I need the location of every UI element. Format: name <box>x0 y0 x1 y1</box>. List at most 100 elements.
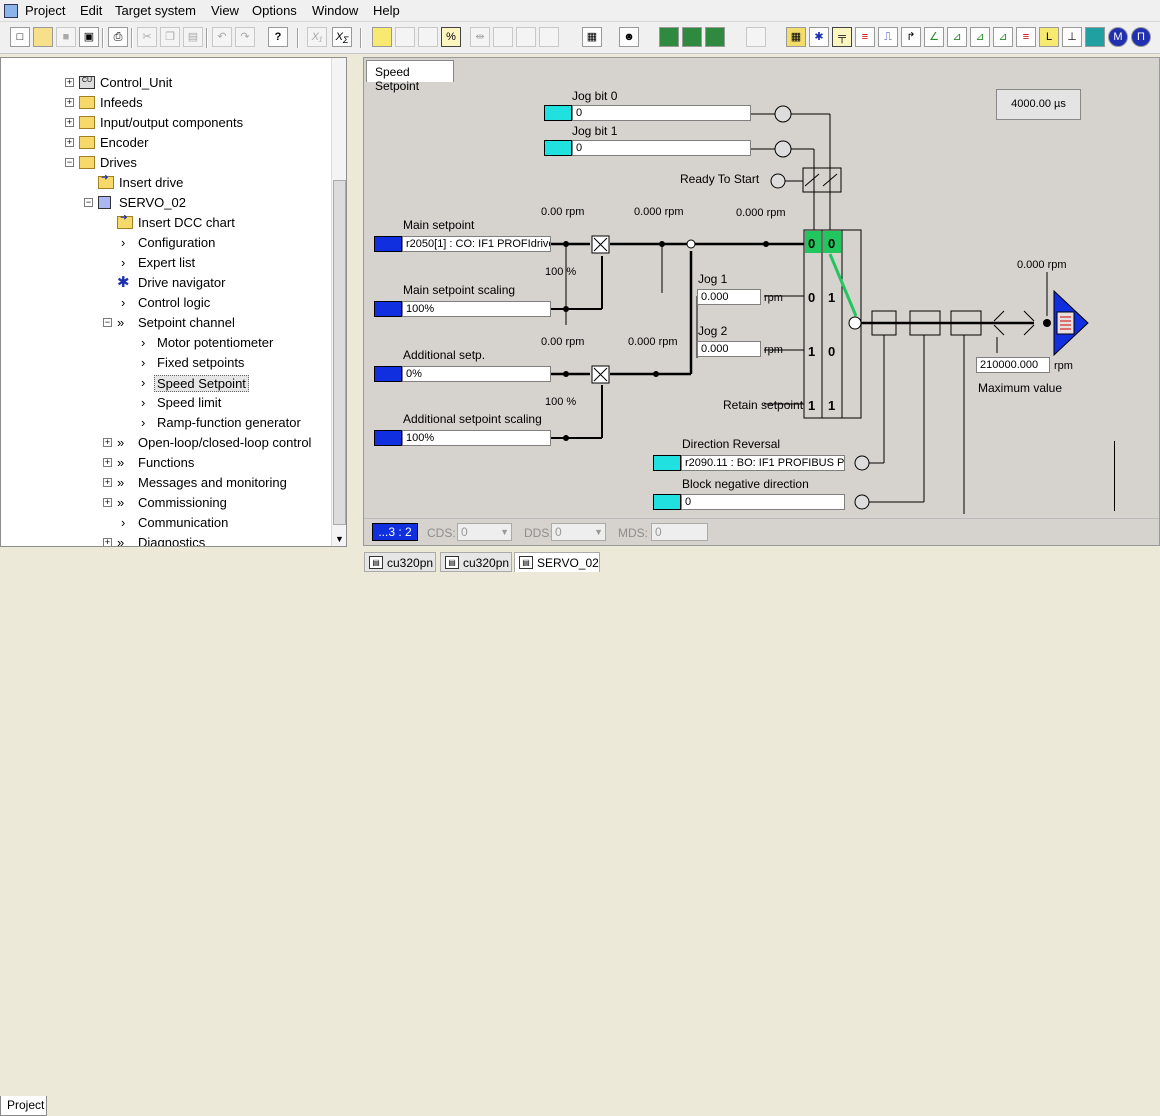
tree-item-encoder[interactable]: + Encoder <box>1 134 331 152</box>
jog1-field[interactable]: 0.000 <box>697 289 761 305</box>
curve-icon[interactable]: ∠ <box>924 27 944 47</box>
additional-scaling-field[interactable]: 100% <box>402 430 551 446</box>
step-icon[interactable]: ↱ <box>901 27 921 47</box>
filter-icon[interactable]: ≡ <box>855 27 875 47</box>
ramp-icon[interactable]: ⎍ <box>878 27 898 47</box>
jog-bit0-field[interactable]: 0 <box>572 105 751 121</box>
expand-icon[interactable]: + <box>103 458 112 467</box>
save-icon[interactable]: ■ <box>56 27 76 47</box>
lin-icon[interactable]: L <box>1039 27 1059 47</box>
expand-icon[interactable]: + <box>65 98 74 107</box>
tree-item-configuration[interactable]: › Configuration <box>1 234 331 252</box>
tab-project[interactable]: Project <box>0 1096 47 1116</box>
control-icon[interactable]: ╤ <box>832 27 852 47</box>
formula-sum-icon[interactable]: XΣ <box>332 27 352 47</box>
tree-item-commissioning[interactable]: + » Commissioning <box>1 494 331 512</box>
tab-servo-02[interactable]: ▤ SERVO_02 <box>514 552 600 572</box>
menu-view[interactable]: View <box>211 3 239 18</box>
additional-setp-field[interactable]: 0% <box>402 366 551 382</box>
percent-icon[interactable]: % <box>441 27 461 47</box>
calculator-icon[interactable]: ▦ <box>786 27 806 47</box>
help-pointer-icon[interactable]: ? <box>268 27 288 47</box>
compare-icon[interactable] <box>746 27 766 47</box>
connect-icon[interactable] <box>372 27 392 47</box>
cut-icon[interactable]: ✂ <box>137 27 157 47</box>
menu-help[interactable]: Help <box>373 3 400 18</box>
motor-icon[interactable]: M <box>1108 27 1128 47</box>
cds-select[interactable]: 0 ▼ <box>457 523 512 541</box>
tree-item-messages-monitoring[interactable]: + » Messages and monitoring <box>1 474 331 492</box>
tree-item-setpoint-channel[interactable]: − » Setpoint channel <box>1 314 331 332</box>
paste-icon[interactable]: ▤ <box>183 27 203 47</box>
scroll-down-icon[interactable]: ▼ <box>335 534 344 544</box>
jog-bit1-field[interactable]: 0 <box>572 140 751 156</box>
tab-speed-setpoint[interactable]: Speed Setpoint <box>366 60 454 93</box>
save-compile-icon[interactable]: ▣ <box>79 27 99 47</box>
new-icon[interactable]: □ <box>10 27 30 47</box>
max-value-field[interactable]: 210000.000 <box>976 357 1050 373</box>
tree-item-control-unit[interactable]: + CU Control_Unit <box>1 74 331 92</box>
additional-setp-connect-button[interactable] <box>374 366 402 382</box>
main-setpoint-connect-button[interactable] <box>374 236 402 252</box>
tree-scrollbar[interactable]: ▼ <box>331 58 346 546</box>
tree-item-servo-02[interactable]: − SERVO_02 <box>1 194 331 212</box>
expand-icon[interactable]: + <box>65 138 74 147</box>
tree-item-functions[interactable]: + » Functions <box>1 454 331 472</box>
curve2-icon[interactable]: ⊿ <box>947 27 967 47</box>
menu-project[interactable]: Project <box>25 3 65 18</box>
tree-item-control-logic[interactable]: › Control logic <box>1 294 331 312</box>
collapse-icon[interactable]: − <box>84 198 93 207</box>
collapse-icon[interactable]: − <box>65 158 74 167</box>
tab-cu320pn-2[interactable]: ▤ cu320pn <box>440 552 512 572</box>
copy-icon[interactable]: ❐ <box>160 27 180 47</box>
expand-icon[interactable]: + <box>103 438 112 447</box>
chart-icon[interactable]: ⊥ <box>1062 27 1082 47</box>
collapse-icon[interactable]: − <box>103 318 112 327</box>
print-icon[interactable]: ⎙ <box>108 27 128 47</box>
dds-select[interactable]: 0 ▼ <box>551 523 606 541</box>
tree-item-speed-limit[interactable]: › Speed limit <box>1 394 331 412</box>
upload-icon[interactable] <box>418 27 438 47</box>
expand-icon[interactable]: + <box>65 118 74 127</box>
scrollbar-thumb[interactable] <box>333 180 346 525</box>
direction-reversal-connect-button[interactable] <box>653 455 681 471</box>
trace2-icon[interactable] <box>682 27 702 47</box>
block-negative-connect-button[interactable] <box>653 494 681 510</box>
trace3-icon[interactable] <box>705 27 725 47</box>
tree-item-insert-dcc-chart[interactable]: ➜ Insert DCC chart <box>1 212 331 232</box>
jog-bit0-connect-button[interactable] <box>544 105 572 121</box>
tab-cu320pn-1[interactable]: ▤ cu320pn <box>364 552 436 572</box>
jog-bit1-connect-button[interactable] <box>544 140 572 156</box>
tree-item-io-components[interactable]: + Input/output components <box>1 114 331 132</box>
tree-item-diagnostics[interactable]: + » Diagnostics <box>1 534 331 546</box>
tree-item-drive-navigator[interactable]: ✱ Drive navigator <box>1 274 331 292</box>
open-icon[interactable] <box>33 27 53 47</box>
people-icon[interactable]: ☻ <box>619 27 639 47</box>
direction-reversal-field[interactable]: r2090.11 : BO: IF1 PROFIBUS PZ <box>681 455 845 471</box>
download-icon[interactable] <box>493 27 513 47</box>
download-device-icon[interactable] <box>516 27 536 47</box>
tree-item-speed-setpoint[interactable]: › Speed Setpoint <box>1 374 331 392</box>
gear-icon[interactable]: ✱ <box>809 27 829 47</box>
expand-icon[interactable]: + <box>103 478 112 487</box>
tree-item-communication[interactable]: › Communication <box>1 514 331 532</box>
mds-field[interactable]: 0 <box>651 523 708 541</box>
main-scaling-field[interactable]: 100% <box>402 301 551 317</box>
jog2-field[interactable]: 0.000 <box>697 341 761 357</box>
curve4-icon[interactable]: ⊿ <box>993 27 1013 47</box>
load-icon[interactable] <box>395 27 415 47</box>
redo-icon[interactable]: ↷ <box>235 27 255 47</box>
trace-icon[interactable] <box>659 27 679 47</box>
main-setpoint-field[interactable]: r2050[1] : CO: IF1 PROFIdrive <box>402 236 551 252</box>
undo-icon[interactable]: ↶ <box>212 27 232 47</box>
network-icon[interactable] <box>1085 27 1105 47</box>
block-negative-field[interactable]: 0 <box>681 494 845 510</box>
menu-target-system[interactable]: Target system <box>115 3 196 18</box>
ram-to-rom-icon[interactable]: ▦ <box>582 27 602 47</box>
tree-item-expert-list[interactable]: › Expert list <box>1 254 331 272</box>
tree-item-open-closed-loop-control[interactable]: + » Open-loop/closed-loop control <box>1 434 331 452</box>
additional-scaling-connect-button[interactable] <box>374 430 402 446</box>
split-icon[interactable]: ⇹ <box>470 27 490 47</box>
limit-icon[interactable]: ≡ <box>1016 27 1036 47</box>
formula-icon[interactable]: X₁ <box>307 27 327 47</box>
